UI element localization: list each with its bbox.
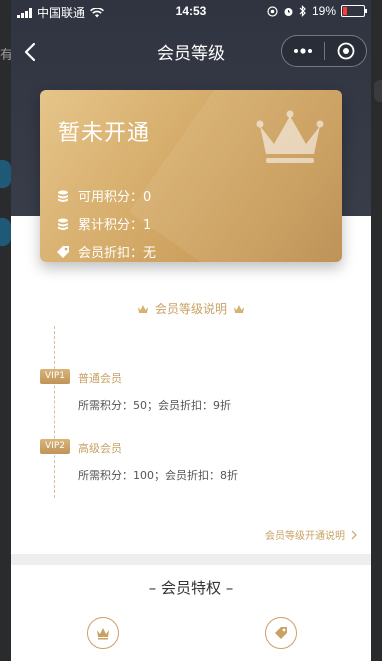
- member-discount: 会员折扣：无: [78, 246, 157, 261]
- battery-percent: 19%: [311, 4, 336, 18]
- vip-level-name: 普通会员: [78, 372, 122, 385]
- privilege-crown-button[interactable]: [87, 617, 119, 649]
- privilege-discount-button[interactable]: [265, 617, 297, 649]
- total-points-row: 累计积分：1: [56, 214, 151, 233]
- background-app-icon: [0, 218, 11, 246]
- coin-stack-icon: [58, 190, 68, 202]
- levels-section-title-text: 会员等级说明: [154, 302, 227, 316]
- close-mini-program-button[interactable]: [325, 36, 366, 66]
- levels-section-title: 会员等级说明: [11, 300, 371, 317]
- status-bar: 中国联通 14:53 19%: [11, 0, 371, 22]
- member-levels-panel: 会员等级说明 VIP1 普通会员 所需积分：50；会员折扣：9折 VIP2 高级…: [11, 216, 371, 554]
- chevron-right-icon: [351, 530, 357, 539]
- mini-program-window: 中国联通 14:53 19% 会员等级 会员等级说明 VIP1 普通会员 所需积…: [11, 0, 371, 661]
- member-privileges-section: – 会员特权 –: [11, 565, 371, 661]
- crown-icon: [234, 304, 244, 313]
- bluetooth-icon: [299, 5, 306, 17]
- target-close-icon: [337, 42, 354, 60]
- crown-icon: [137, 304, 148, 313]
- vip-level-requirement: 所需积分：100；会员折扣：8折: [78, 469, 238, 482]
- vip-level-requirement: 所需积分：50；会员折扣：9折: [78, 399, 231, 412]
- available-points: 可用积分：0: [78, 190, 152, 205]
- privileges-title: – 会员特权 –: [148, 579, 234, 597]
- price-tag-icon: [57, 245, 69, 258]
- mini-program-capsule: [281, 35, 367, 67]
- background-app-left-edge: [0, 0, 11, 661]
- level-activation-info-text: 会员等级开通说明: [265, 531, 345, 542]
- available-points-row: 可用积分：0: [56, 186, 151, 205]
- navigation-bar: 会员等级: [11, 28, 371, 72]
- location-icon: [267, 5, 278, 17]
- levels-timeline: [54, 326, 55, 498]
- more-dots-icon: [294, 48, 312, 54]
- price-tag-icon: [275, 627, 287, 639]
- level-activation-info-link[interactable]: 会员等级开通说明: [265, 527, 357, 542]
- membership-status: 暂未开通: [58, 121, 151, 146]
- vip-level-badge: VIP2: [40, 439, 70, 454]
- coin-stack-icon: [58, 218, 68, 230]
- member-card: 暂未开通 可用积分：0 累计积分：1 会员折扣：无: [40, 90, 342, 262]
- more-menu-button[interactable]: [282, 36, 324, 66]
- crown-icon: [256, 110, 324, 163]
- background-app-icon: [0, 160, 11, 188]
- discount-row: 会员折扣：无: [56, 242, 156, 261]
- vip-level-name: 高级会员: [78, 442, 122, 455]
- total-points: 累计积分：1: [78, 218, 152, 233]
- background-app-edge-icon: [374, 80, 382, 102]
- alarm-icon: [284, 7, 293, 16]
- vip-level-badge: VIP1: [40, 369, 70, 384]
- crown-icon: [97, 628, 109, 640]
- battery-icon: [341, 5, 367, 17]
